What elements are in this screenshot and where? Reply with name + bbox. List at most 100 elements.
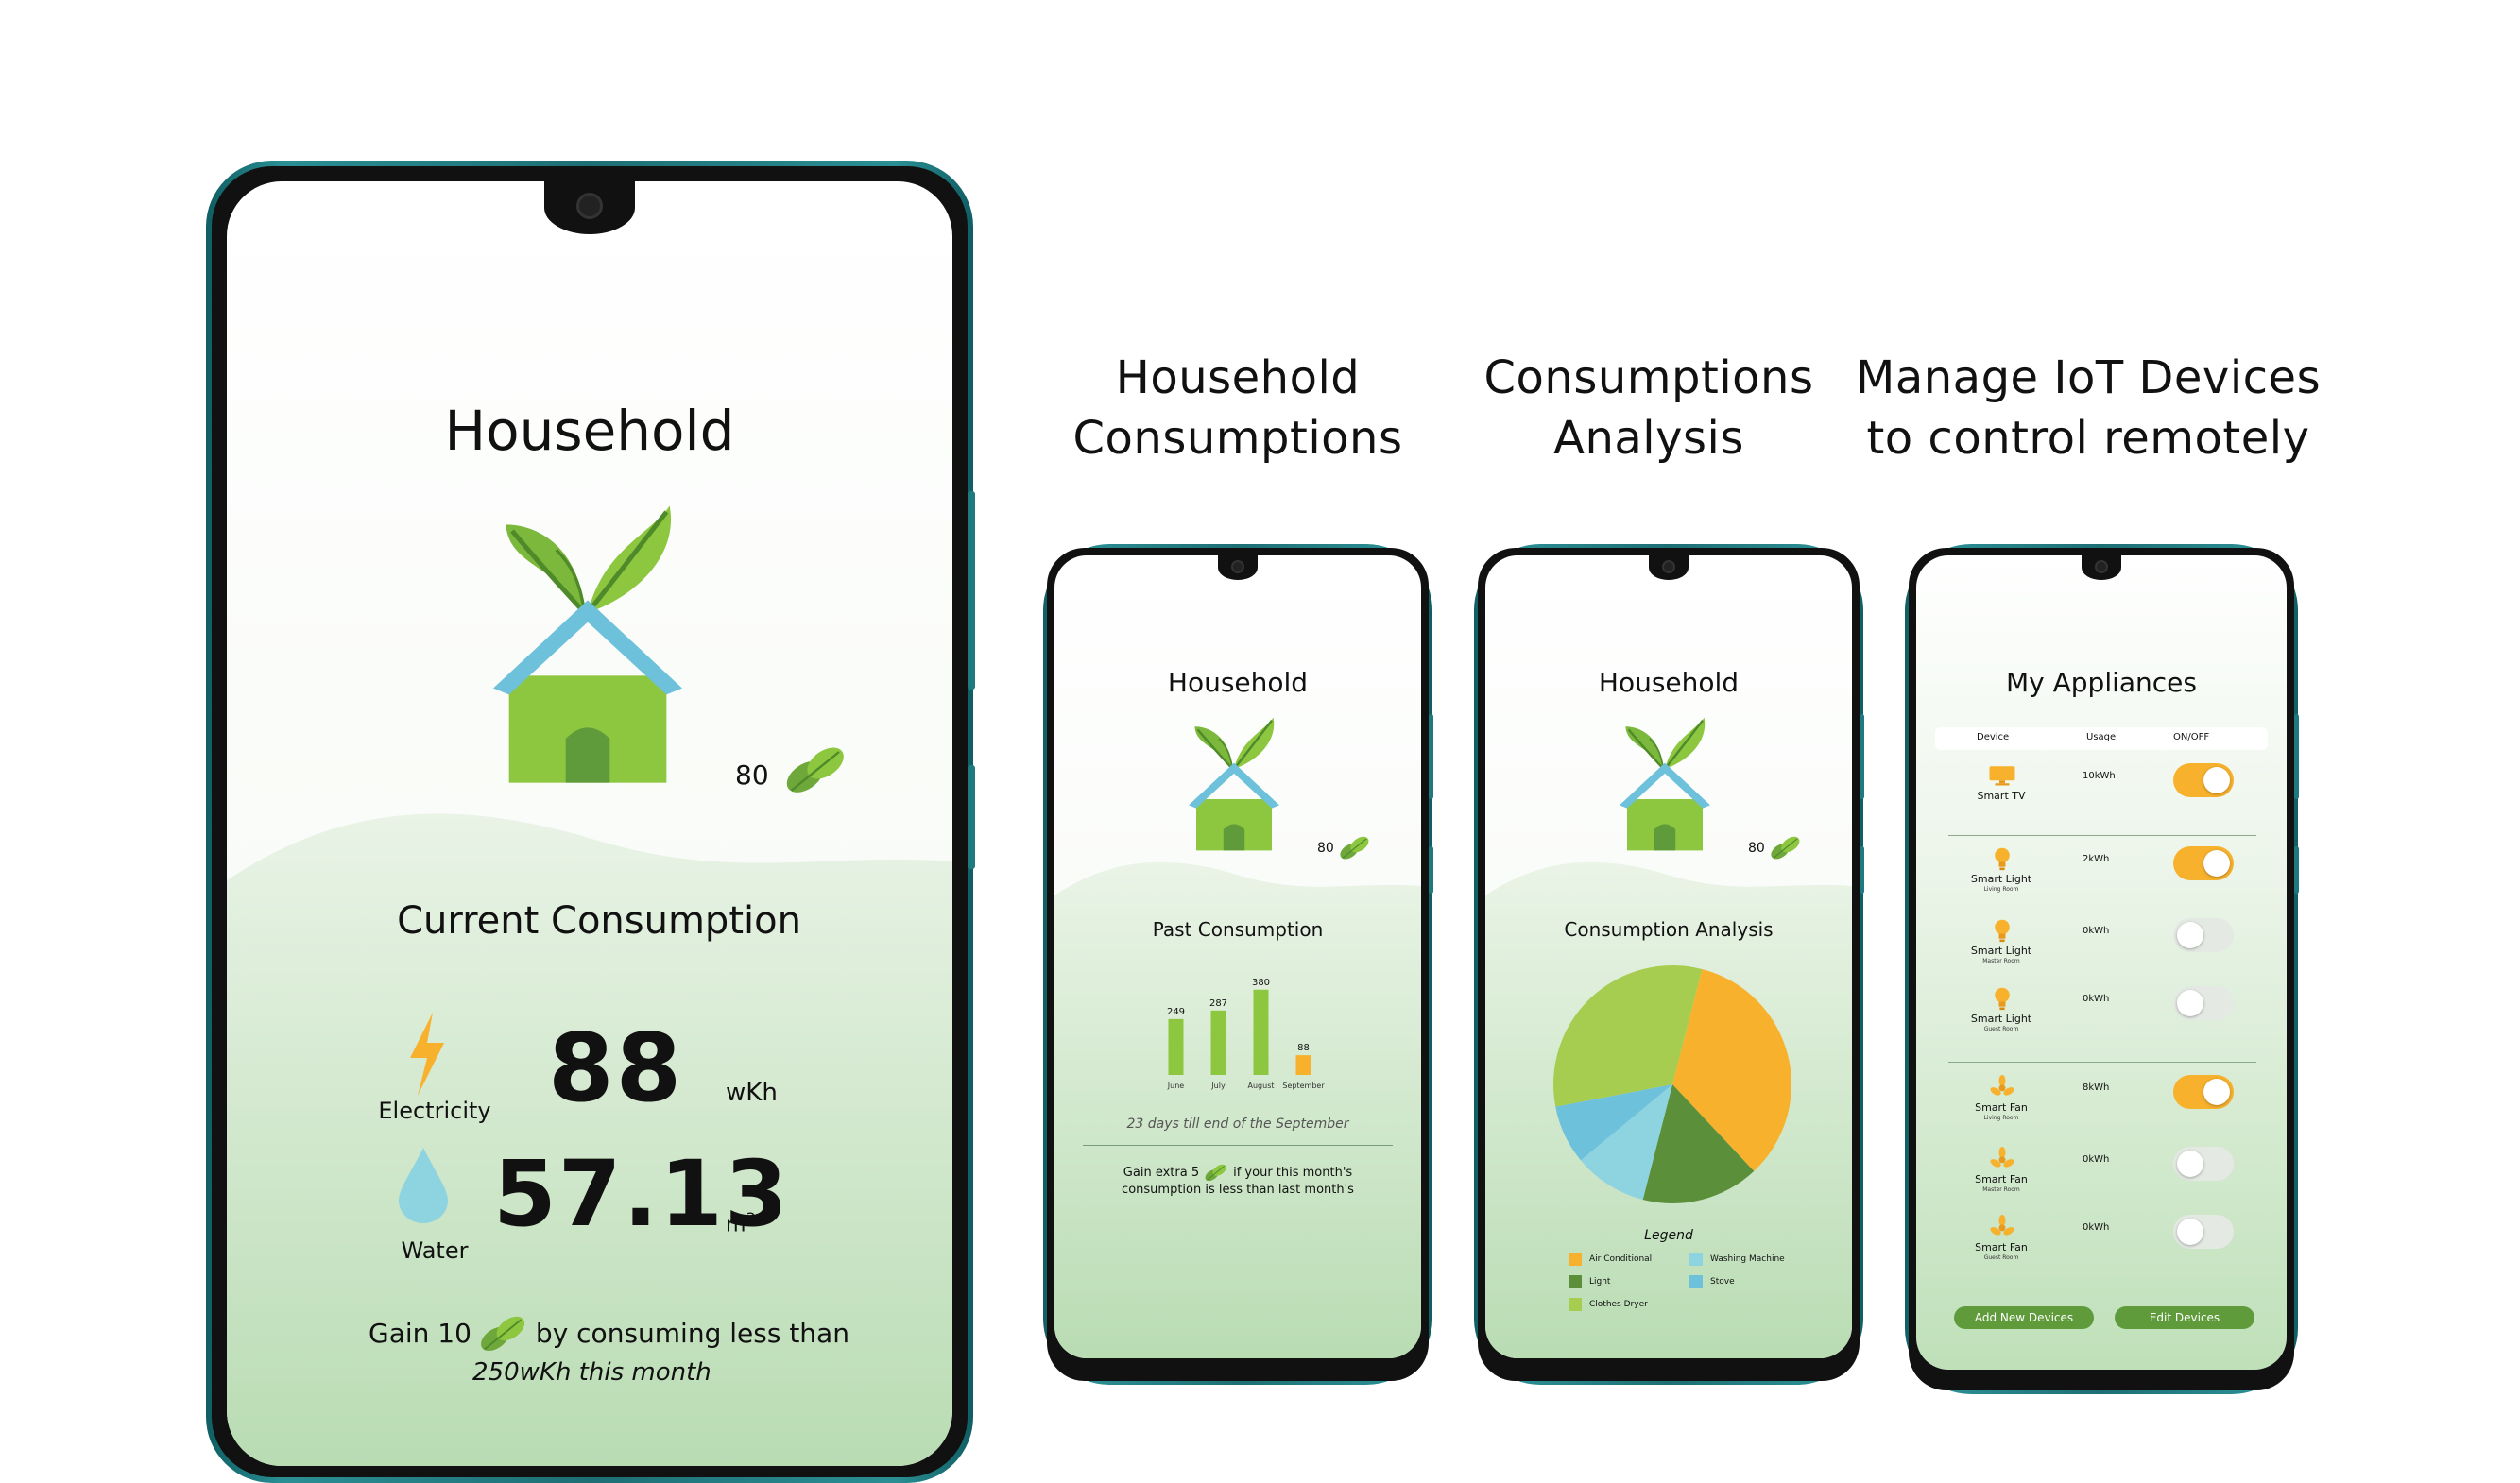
phone-screen: Household 80 Past Consumption 249 June 287… bbox=[1054, 555, 1421, 1358]
bar-value-label: 249 bbox=[1167, 1007, 1185, 1017]
page-title: Household bbox=[1167, 667, 1309, 698]
device-room: Living Room bbox=[1983, 1115, 2019, 1121]
legend-label: Light bbox=[1589, 1277, 1611, 1287]
bar bbox=[1295, 1055, 1311, 1075]
house-icon bbox=[493, 503, 682, 786]
device-row: Smart Light Living Room 2kWh bbox=[1916, 846, 2287, 903]
side-button bbox=[1860, 714, 1864, 799]
gain-suffix: by consuming less than bbox=[535, 1317, 849, 1349]
phone-my-appliances: My Appliances Device Usage ON/OFF Smart … bbox=[1905, 544, 2299, 1394]
gain-prefix: Gain extra 5 bbox=[1123, 1165, 1200, 1180]
side-button bbox=[968, 765, 975, 869]
bulb-icon bbox=[1988, 918, 2016, 943]
device-room: Guest Room bbox=[1983, 1026, 2019, 1032]
leaf-icon bbox=[1203, 1162, 1229, 1183]
legend-item: Air Conditional bbox=[1569, 1253, 1652, 1266]
add-devices-button[interactable]: Add New Devices bbox=[1954, 1306, 2094, 1329]
device-toggle[interactable] bbox=[2173, 763, 2234, 797]
phone-past-consumption: Household 80 Past Consumption 249 June 287… bbox=[1043, 544, 1433, 1385]
caption-line: Consumptions bbox=[1483, 351, 1814, 404]
toggle-knob bbox=[2177, 1151, 2203, 1177]
device-toggle[interactable] bbox=[2173, 1215, 2234, 1249]
section-title: Consumption Analysis bbox=[1564, 918, 1774, 941]
device-usage: 8kWh bbox=[2083, 1082, 2110, 1093]
side-button bbox=[1429, 714, 1433, 799]
device-toggle[interactable] bbox=[2173, 918, 2234, 952]
leaf-icon bbox=[477, 1311, 530, 1355]
camera-icon bbox=[1231, 560, 1244, 573]
electricity-value: 88 bbox=[548, 1013, 684, 1123]
device-toggle[interactable] bbox=[2173, 986, 2234, 1020]
legend-swatch bbox=[1569, 1298, 1582, 1311]
bar-value-label: 88 bbox=[1297, 1043, 1310, 1053]
device-room: Master Room bbox=[1982, 1186, 2020, 1193]
toggle-knob bbox=[2203, 1079, 2230, 1105]
group-divider bbox=[1948, 835, 2256, 836]
device-row: Smart Fan Guest Room 0kWh bbox=[1916, 1215, 2287, 1271]
caption-line: Analysis bbox=[1553, 412, 1744, 465]
legend-label: Air Conditional bbox=[1589, 1254, 1653, 1264]
device-name: Smart Light bbox=[1970, 945, 2032, 957]
lightning-icon bbox=[410, 1013, 444, 1096]
side-button bbox=[1860, 846, 1864, 894]
gain-line-2: consumption is less than last month's bbox=[1122, 1183, 1354, 1197]
device-row: Smart Fan Living Room 8kWh bbox=[1916, 1075, 2287, 1132]
phone-screen: My Appliances Device Usage ON/OFF Smart … bbox=[1916, 555, 2287, 1370]
water-unit-base: m bbox=[726, 1213, 746, 1237]
house-icon bbox=[1620, 716, 1710, 852]
caption-household-consumptions: Household Consumptions bbox=[1049, 348, 1427, 469]
legend-item: Clothes Dryer bbox=[1569, 1298, 1648, 1311]
points-value: 80 bbox=[1748, 841, 1765, 856]
caption-consumption-analysis: Consumptions Analysis bbox=[1460, 348, 1838, 469]
group-divider bbox=[1948, 1062, 2256, 1063]
caption-manage-iot: Manage IoT Devices to control remotely bbox=[1852, 348, 2324, 469]
device-name: Smart Fan bbox=[1975, 1241, 2028, 1253]
device-name: Smart Fan bbox=[1975, 1101, 2028, 1114]
pie-legend: Air Conditional Washing Machine Light Stove… bbox=[1569, 1253, 1814, 1328]
edit-devices-button[interactable]: Edit Devices bbox=[2115, 1306, 2254, 1329]
legend-item: Light bbox=[1569, 1275, 1610, 1288]
leaf-icon bbox=[782, 741, 850, 797]
bar-category-label: September bbox=[1282, 1082, 1325, 1090]
toggle-knob bbox=[2203, 850, 2230, 877]
device-usage: 2kWh bbox=[2083, 854, 2110, 864]
device-toggle[interactable] bbox=[2173, 1075, 2234, 1109]
fan-icon bbox=[1988, 1147, 2016, 1171]
legend-swatch bbox=[1689, 1275, 1703, 1288]
gain-prefix: Gain 10 bbox=[369, 1317, 471, 1349]
caption-line: Household bbox=[1115, 351, 1361, 404]
phone-screen: Household 80 Current Consumption Electri… bbox=[227, 181, 952, 1466]
fan-icon bbox=[1988, 1215, 2016, 1239]
device-toggle[interactable] bbox=[2173, 1147, 2234, 1181]
page-title: Household bbox=[444, 399, 735, 463]
device-row: Smart Fan Master Room 0kWh bbox=[1916, 1147, 2287, 1203]
electricity-label: Electricity bbox=[378, 1098, 491, 1124]
bar-category-label: June bbox=[1167, 1082, 1185, 1090]
water-unit-sup: 3 bbox=[746, 1209, 756, 1227]
device-name: Smart TV bbox=[1977, 790, 2026, 802]
tv-icon bbox=[1988, 763, 2016, 788]
device-usage: 0kWh bbox=[2083, 926, 2110, 936]
device-room: Living Room bbox=[1983, 886, 2019, 893]
side-button bbox=[968, 491, 975, 690]
gain-suffix: if your this month's bbox=[1233, 1165, 1353, 1180]
legend-swatch bbox=[1569, 1275, 1582, 1288]
toggle-knob bbox=[2203, 767, 2230, 793]
gain-line-2: 250wKh this month bbox=[472, 1358, 711, 1387]
device-usage: 10kWh bbox=[2083, 771, 2116, 781]
camera-icon bbox=[576, 193, 603, 219]
bulb-icon bbox=[1988, 986, 2016, 1011]
legend-item: Washing Machine bbox=[1689, 1253, 1785, 1266]
caption-line: to control remotely bbox=[1866, 412, 2310, 465]
past-consumption-bar-chart: 249 June 287 July 380 August 88 September bbox=[1167, 978, 1326, 1090]
water-drop-icon bbox=[399, 1148, 448, 1223]
bar-value-label: 287 bbox=[1209, 998, 1227, 1009]
device-room: Guest Room bbox=[1983, 1254, 2019, 1261]
points-value: 80 bbox=[1317, 841, 1334, 856]
page-title: Household bbox=[1598, 667, 1740, 698]
phone-consumption-analysis: Household 80 Consumption Analysis Legend… bbox=[1474, 544, 1864, 1385]
bar-category-label: July bbox=[1210, 1082, 1226, 1090]
bar bbox=[1253, 989, 1269, 1075]
device-toggle[interactable] bbox=[2173, 846, 2234, 880]
days-left-note: 23 days till end of the September bbox=[1126, 1117, 1349, 1132]
